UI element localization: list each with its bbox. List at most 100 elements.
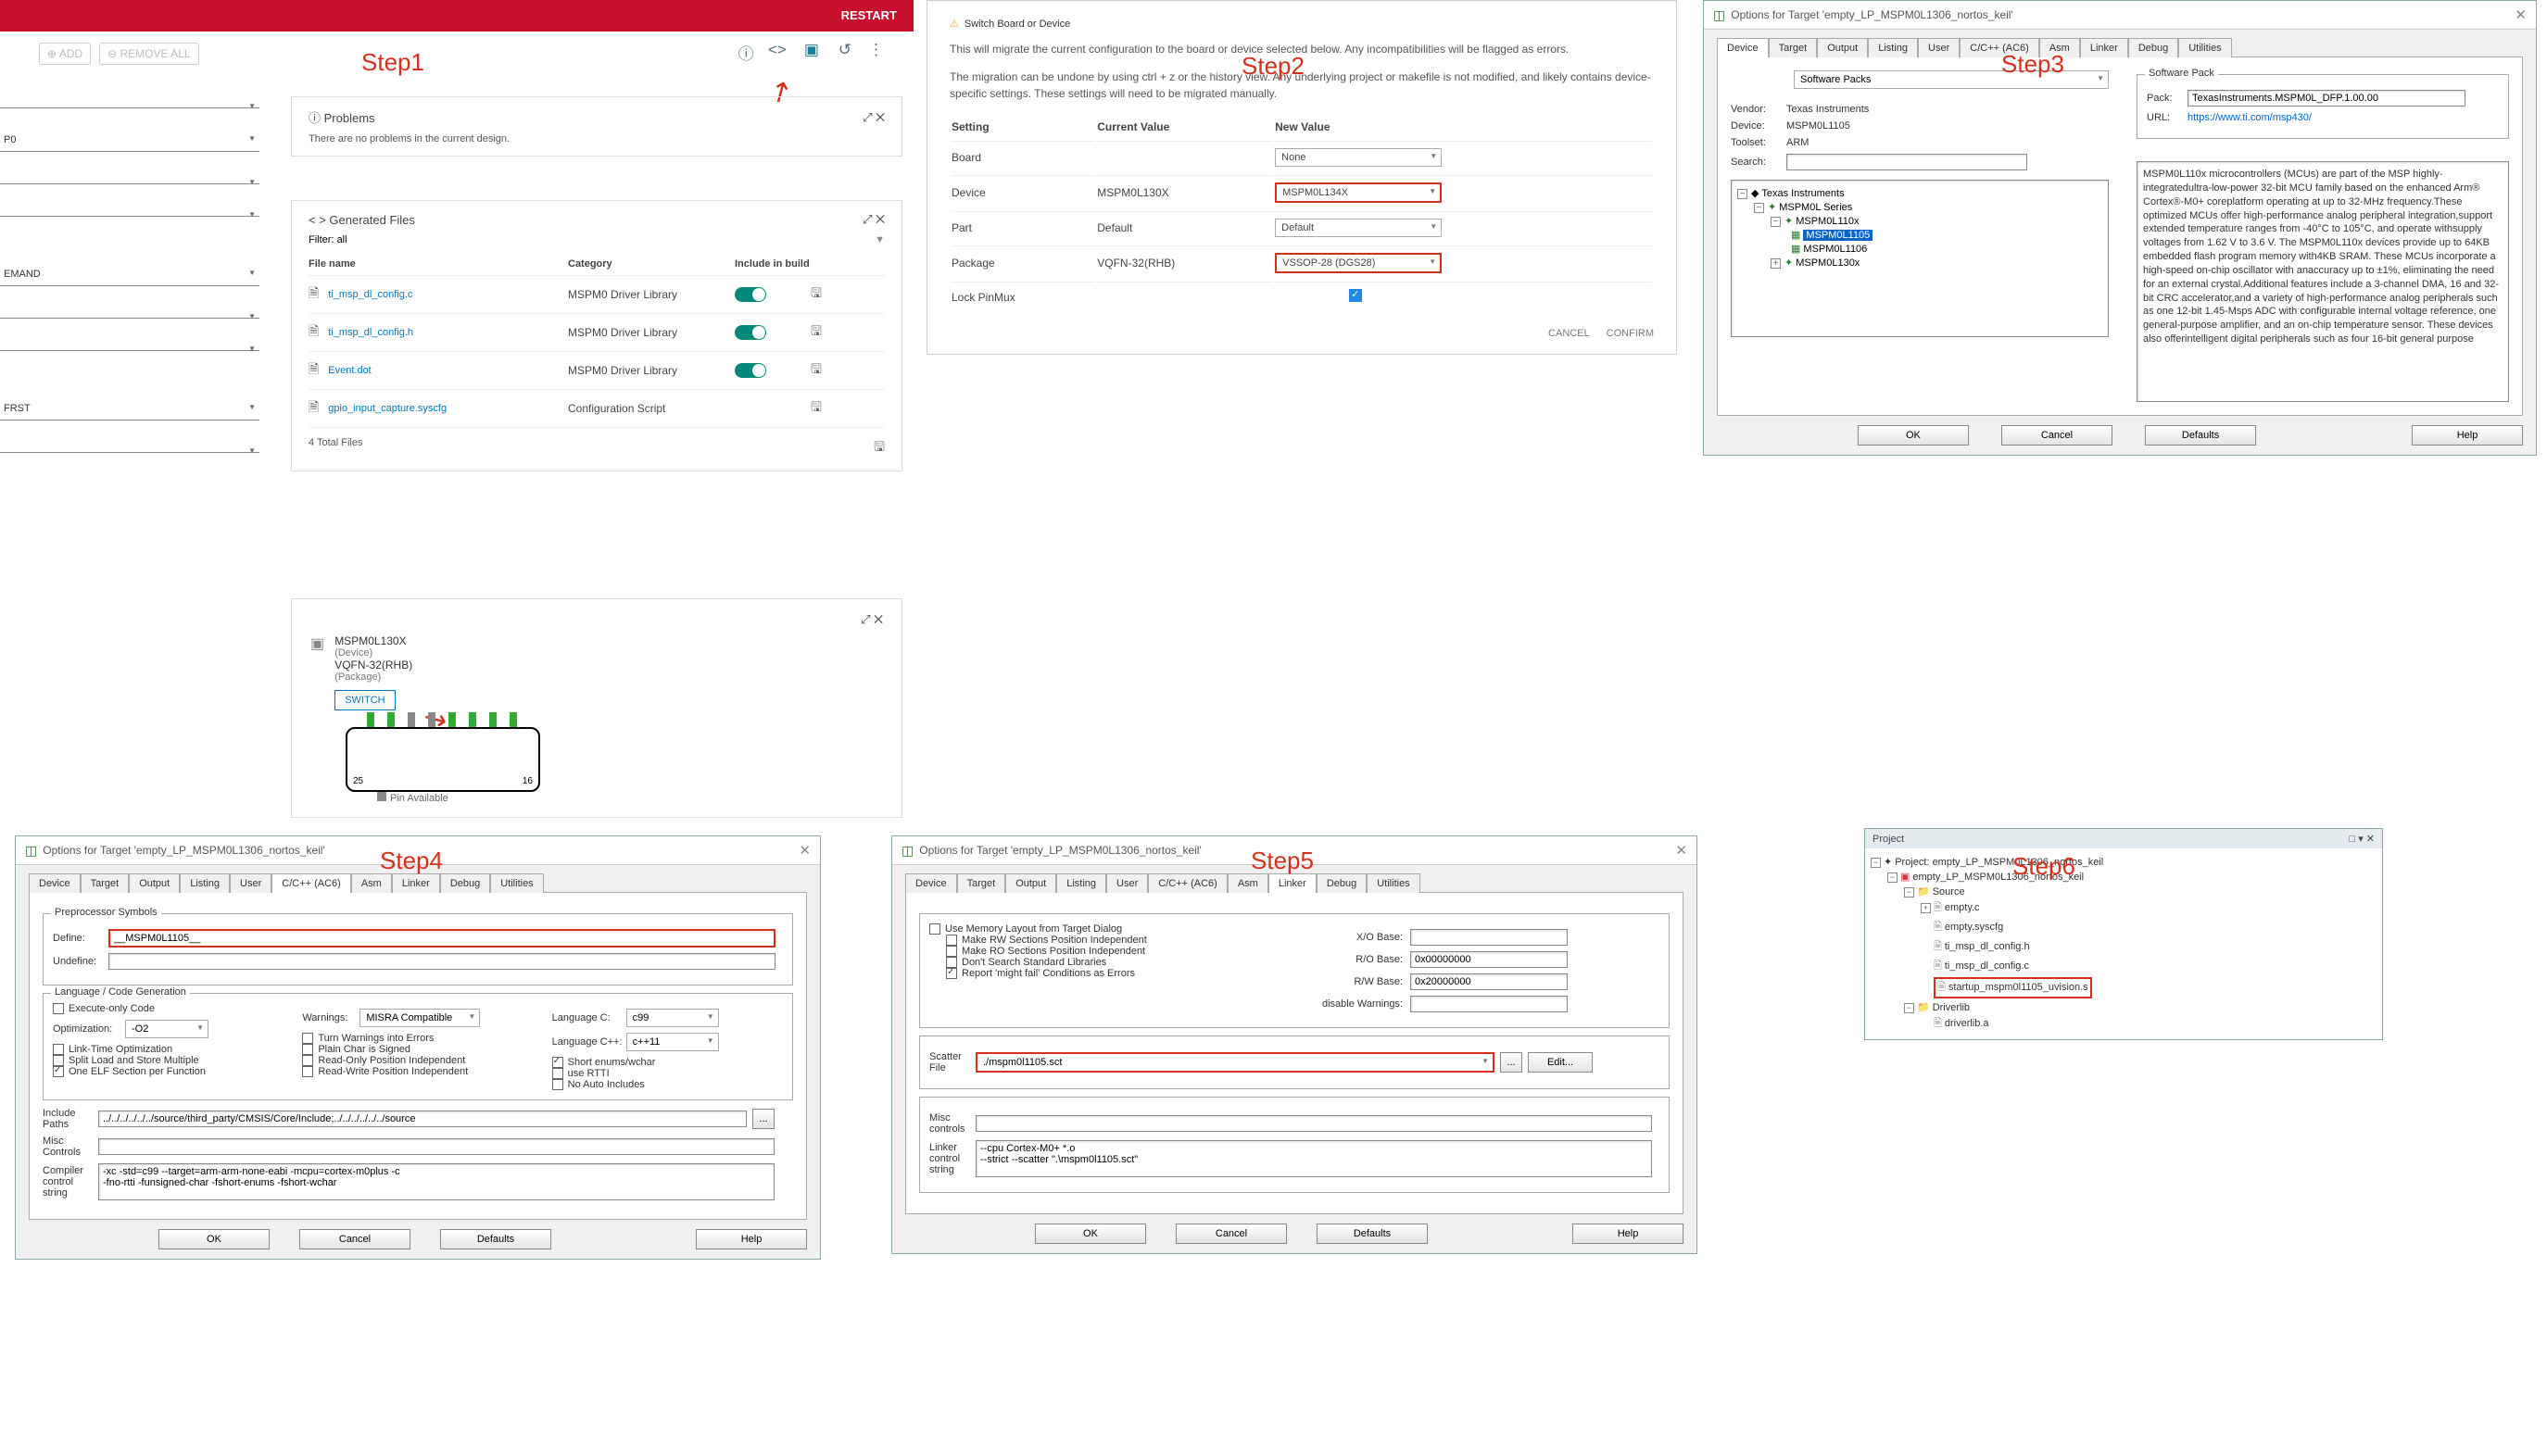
noauto-chk[interactable] [552,1079,563,1090]
dropdown-1[interactable]: P0 [0,129,259,152]
tab-listing[interactable]: Listing [1056,873,1106,893]
dropdown-0[interactable] [0,96,259,108]
define-input[interactable] [108,929,775,948]
file-link[interactable]: Event.dot [328,365,371,376]
tab-cc[interactable]: C/C++ (AC6) [271,873,351,893]
save-icon[interactable]: 🖫 [811,359,822,382]
cancel-button[interactable]: Cancel [1176,1224,1287,1244]
exec-only-chk[interactable] [53,1003,64,1014]
dropdown-5[interactable] [0,307,259,319]
shortenum-chk[interactable] [552,1057,563,1068]
tab-debug[interactable]: Debug [2128,38,2178,57]
confirm-button[interactable]: CONFIRM [1607,328,1654,339]
browse-button[interactable]: ... [1500,1052,1522,1073]
misc-input[interactable] [98,1138,775,1155]
xo-input[interactable] [1410,929,1568,946]
tab-device[interactable]: Device [905,873,957,893]
proj-file[interactable]: empty.syscfg [1945,922,2003,933]
ok-button[interactable]: OK [1035,1224,1146,1244]
include-toggle[interactable] [735,363,766,378]
usemem-chk[interactable] [929,923,940,935]
close-icon[interactable]: ✕ [799,842,811,859]
new-board-select[interactable]: None [1275,148,1442,167]
ro-input[interactable] [1410,951,1568,968]
tab-target[interactable]: Target [1769,38,1818,57]
dropdown-7[interactable]: FRST [0,397,259,420]
remove-all-button[interactable]: ⊖ REMOVE ALL [99,43,198,65]
new-part-select[interactable]: Default [1275,219,1442,237]
proj-driverlib[interactable]: Driverlib [1933,1002,1970,1013]
pack-input[interactable] [2188,90,2465,107]
add-button[interactable]: ⊕ ADD [39,43,91,65]
plainchar-chk[interactable] [302,1044,313,1055]
tab-asm[interactable]: Asm [1228,873,1268,893]
url-link[interactable]: https://www.ti.com/msp430/ [2188,112,2312,123]
scatter-select[interactable]: ./mspm0l1105.sct [976,1052,1494,1073]
ok-button[interactable]: OK [158,1229,270,1249]
turnwarn-chk[interactable] [302,1033,313,1044]
file-link[interactable]: ti_msp_dl_config.c [328,289,412,300]
project-buttons[interactable]: □ ▾ ✕ [2350,833,2376,845]
tab-debug[interactable]: Debug [440,873,490,893]
restart-button[interactable]: RESTART [825,0,914,31]
tab-target[interactable]: Target [957,873,1006,893]
save-icon[interactable]: 🖫 [811,321,822,344]
lock-pinmux-checkbox[interactable] [1349,289,1362,302]
tree-ti[interactable]: Texas Instruments [1761,188,1844,199]
tab-listing[interactable]: Listing [180,873,230,893]
tab-utilities[interactable]: Utilities [490,873,543,893]
report-chk[interactable] [946,968,957,979]
proj-file[interactable]: empty.c [1945,902,1980,913]
dropdown-6[interactable] [0,339,259,351]
opt-select[interactable]: -O2 [125,1020,208,1038]
dropdown-3[interactable] [0,205,259,217]
include-toggle[interactable] [735,287,766,302]
tab-asm[interactable]: Asm [351,873,392,893]
proj-source[interactable]: Source [1933,886,1965,897]
rwpos-chk[interactable] [946,935,957,946]
tab-utilities[interactable]: Utilities [1367,873,1419,893]
info-icon[interactable]: ⓘ [736,41,754,59]
save-icon[interactable]: 🖫 [811,283,822,306]
ok-button[interactable]: OK [1858,425,1969,446]
tab-utilities[interactable]: Utilities [2178,38,2231,57]
tab-debug[interactable]: Debug [1317,873,1367,893]
langcpp-select[interactable]: c++11 [626,1033,719,1051]
cancel-button[interactable]: Cancel [299,1229,410,1249]
file-link[interactable]: gpio_input_capture.syscfg [328,403,447,414]
search-input[interactable] [1786,154,2027,170]
tab-device[interactable]: Device [1717,38,1769,57]
problems-controls[interactable]: ⤢ ✕ [863,110,885,125]
ropos-chk[interactable] [946,946,957,957]
tree-130x[interactable]: MSPM0L130x [1796,257,1860,269]
rwpos-chk[interactable] [302,1066,313,1077]
tree-1106[interactable]: MSPM0L1106 [1803,244,1867,255]
code-icon[interactable]: <> [768,41,787,59]
tree-series[interactable]: MSPM0L Series [1779,202,1852,213]
proj-file[interactable]: ti_msp_dl_config.h [1945,941,2030,952]
save-all-icon[interactable]: 🖫 [874,437,885,459]
close-icon[interactable]: ✕ [2515,6,2527,23]
browse-button[interactable]: ... [752,1109,775,1129]
edit-button[interactable]: Edit... [1528,1052,1593,1073]
file-link[interactable]: ti_msp_dl_config.h [328,327,413,338]
defaults-button[interactable]: Defaults [1317,1224,1428,1244]
device-controls[interactable]: ⤢ ✕ [861,612,883,627]
tab-device[interactable]: Device [29,873,81,893]
tab-user[interactable]: User [1106,873,1148,893]
misc-input[interactable] [976,1115,1652,1132]
new-pkg-select[interactable]: VSSOP-28 (DGS28) [1275,253,1442,273]
help-button[interactable]: Help [2412,425,2523,446]
tree-1105[interactable]: MSPM0L1105 [1803,230,1872,241]
history-icon[interactable]: ↺ [833,41,851,59]
cancel-button[interactable]: Cancel [2001,425,2112,446]
dropdown-2[interactable] [0,172,259,184]
device-tree[interactable]: −◆ Texas Instruments −✦MSPM0L Series −✦M… [1731,180,2109,337]
tab-output[interactable]: Output [129,873,180,893]
chip-icon[interactable]: ▣ [801,41,819,59]
proj-file[interactable]: driverlib.a [1945,1018,1989,1029]
warn-select[interactable]: MISRA Compatible [359,1009,480,1027]
proj-file[interactable]: ti_msp_dl_config.c [1945,960,2029,972]
defaults-button[interactable]: Defaults [2145,425,2256,446]
undefine-input[interactable] [108,953,775,970]
